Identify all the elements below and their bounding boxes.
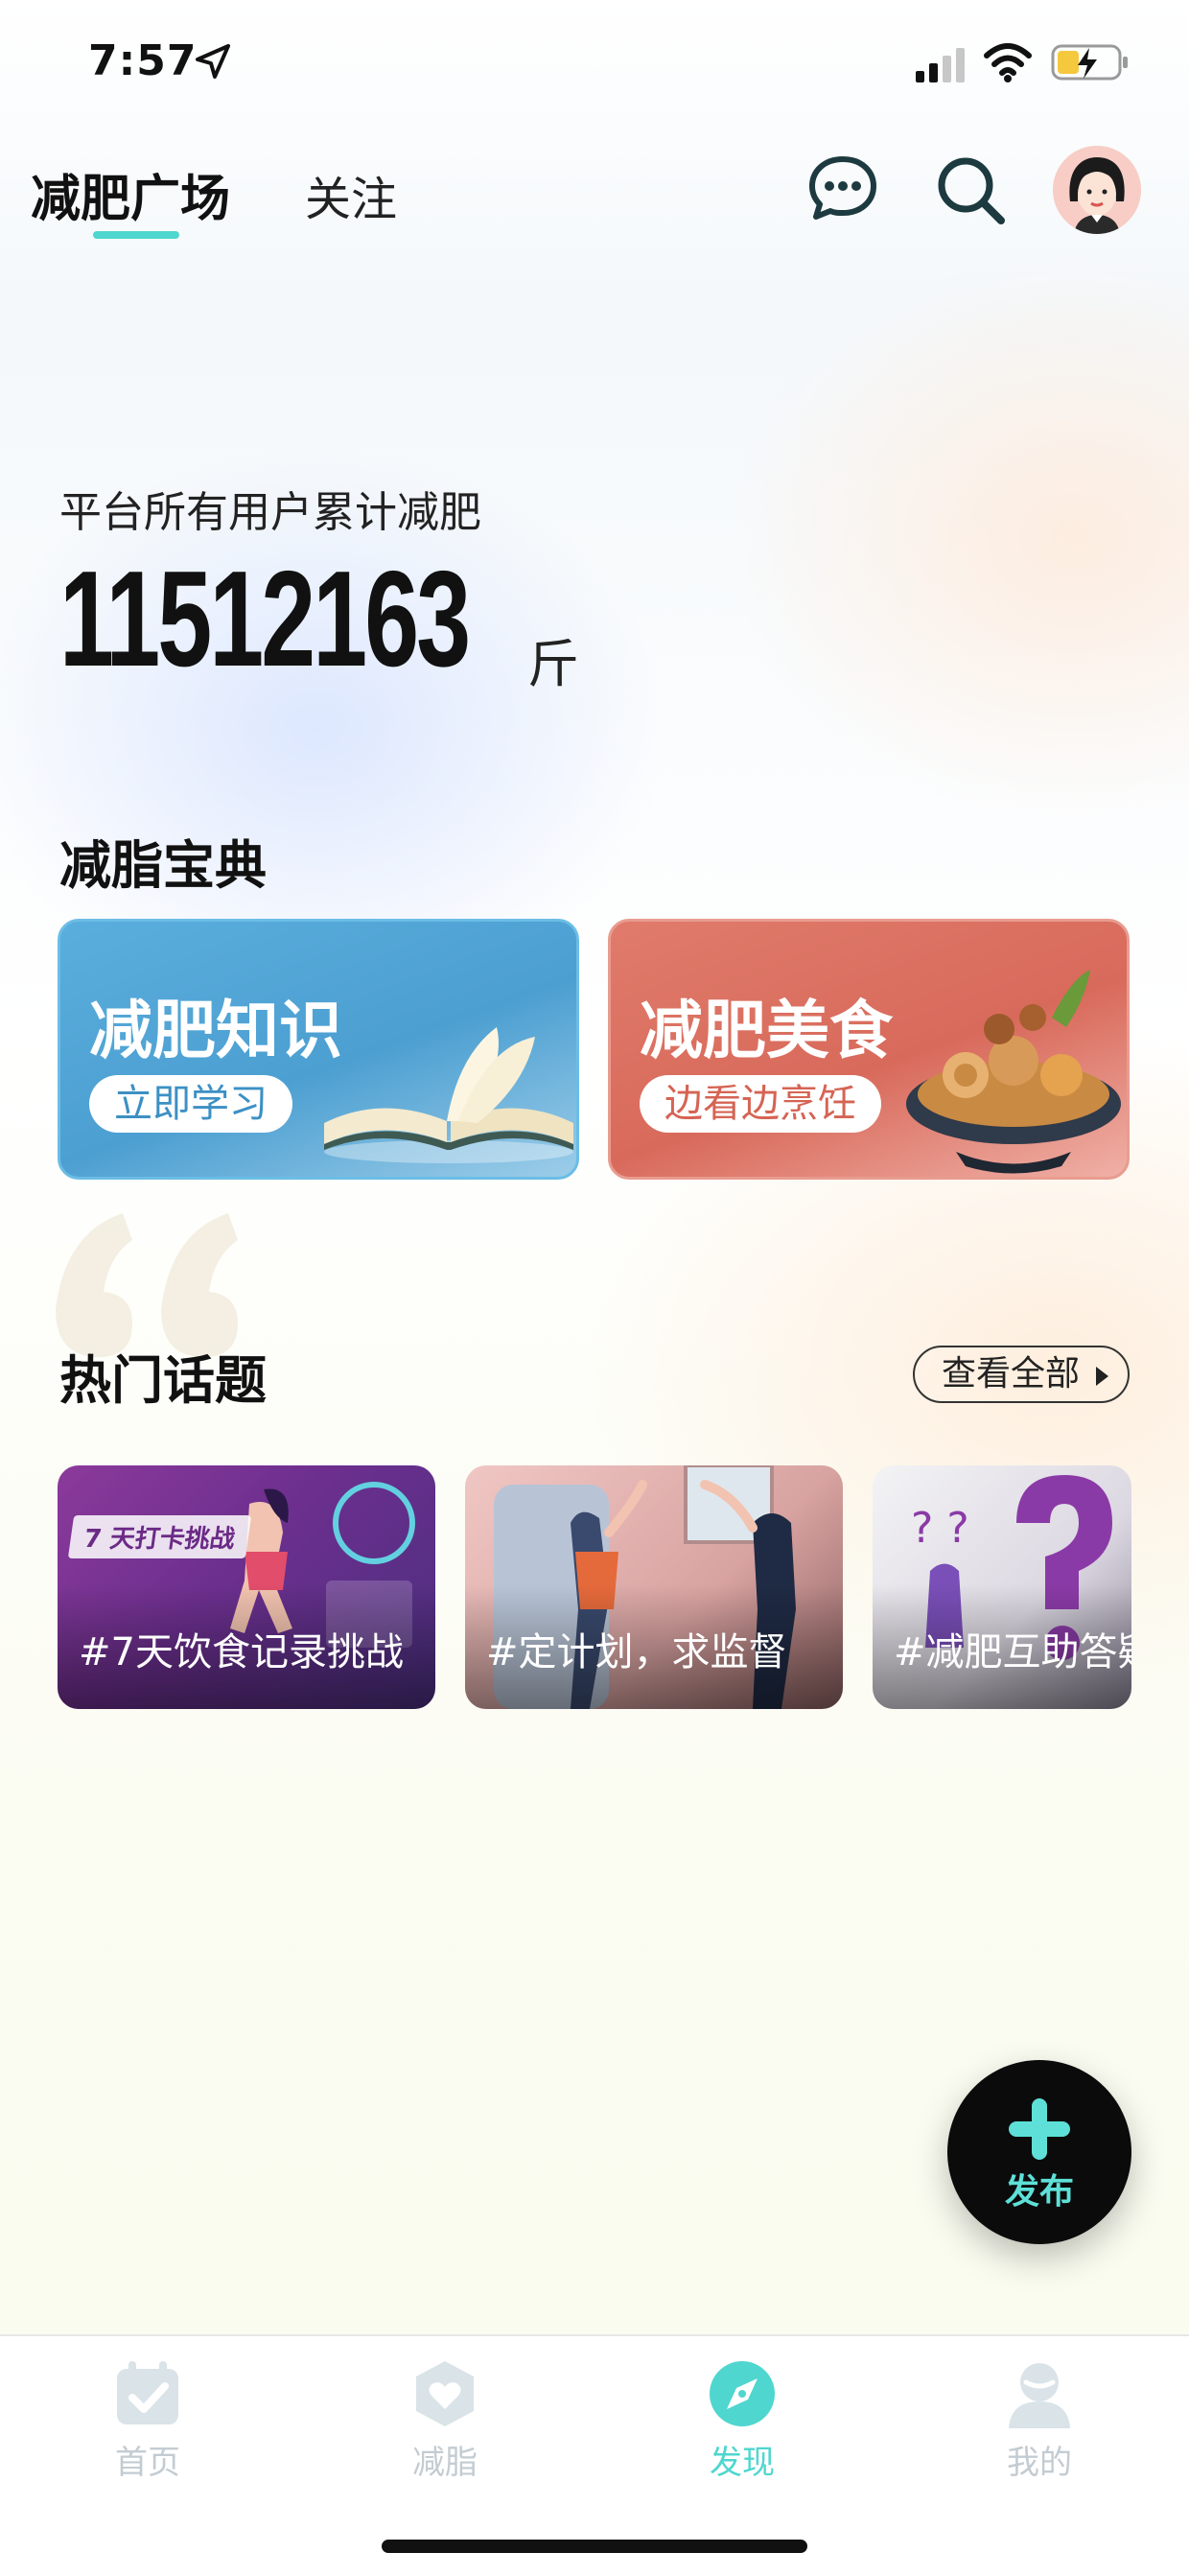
cumulative-weight-loss-label: 平台所有用户累计减肥 — [59, 488, 481, 537]
nav-label: 首页 — [115, 2444, 180, 2482]
home-indicator — [382, 2540, 807, 2553]
nav-label: 发现 — [710, 2444, 775, 2482]
status-time: 7:57 — [88, 36, 198, 85]
compass-icon — [710, 2361, 775, 2426]
topic-card[interactable]: 7 天打卡挑战 #7天饮食记录挑战 — [58, 1465, 435, 1709]
nav-label: 我的 — [1007, 2444, 1072, 2482]
svg-text:? ?: ? ? — [911, 1504, 969, 1553]
chevron-right-icon — [1096, 1367, 1108, 1386]
plus-icon — [1009, 2098, 1070, 2160]
home-checklist-icon — [117, 2361, 178, 2424]
weight-unit: 斤 — [527, 634, 579, 694]
message-icon[interactable] — [806, 153, 879, 222]
publish-label: 发布 — [1004, 2172, 1074, 2212]
card-weight-loss-food[interactable]: 减肥美食 边看边烹饪 — [608, 919, 1130, 1180]
profile-icon — [1009, 2363, 1070, 2428]
nav-item-fat-loss[interactable]: 减脂 — [349, 2357, 541, 2483]
topic-label: #定计划，求监督 — [486, 1630, 787, 1674]
cellular-signal-icon — [916, 48, 965, 82]
wifi-icon — [984, 43, 1032, 82]
topic-label: #7天饮食记录挑战 — [79, 1630, 404, 1674]
avatar[interactable] — [1053, 146, 1141, 234]
view-all-button[interactable]: 查看全部 — [913, 1346, 1130, 1403]
heart-shield-icon — [416, 2361, 474, 2426]
section-title-hot-topics: 热门话题 — [59, 1350, 267, 1411]
battery-charging-icon — [1051, 44, 1128, 81]
challenge-badge: 7 天打卡挑战 — [67, 1515, 252, 1558]
nav-item-home[interactable]: 首页 — [52, 2357, 244, 2483]
active-tab-indicator — [93, 231, 179, 239]
nav-label: 减脂 — [412, 2444, 478, 2482]
nav-item-profile[interactable]: 我的 — [944, 2357, 1135, 2483]
card-title: 减肥知识 — [89, 994, 342, 1067]
card-weight-loss-knowledge[interactable]: 减肥知识 立即学习 — [58, 919, 579, 1180]
topic-card[interactable]: ? ? #减肥互助答疑 — [873, 1465, 1131, 1709]
hotpot-icon — [906, 970, 1121, 1174]
search-icon[interactable] — [934, 153, 1007, 226]
section-title-guide: 减脂宝典 — [59, 835, 267, 896]
location-arrow-icon — [196, 44, 230, 79]
cumulative-weight-loss-value: 11512163 — [59, 543, 471, 695]
tab-weight-loss-plaza[interactable]: 减肥广场 — [31, 158, 230, 230]
view-all-label: 查看全部 — [942, 1354, 1081, 1393]
card-title: 减肥美食 — [640, 994, 893, 1067]
topic-card[interactable]: #定计划，求监督 — [465, 1465, 843, 1709]
tab-follow[interactable]: 关注 — [305, 161, 397, 228]
avatar-face-icon — [1053, 146, 1141, 234]
nav-item-discover[interactable]: 发现 — [646, 2357, 838, 2483]
book-icon — [324, 1027, 573, 1163]
learn-now-button[interactable]: 立即学习 — [89, 1075, 292, 1133]
cook-while-watching-button[interactable]: 边看边烹饪 — [640, 1075, 881, 1133]
publish-button[interactable]: 发布 — [947, 2060, 1131, 2244]
topic-label: #减肥互助答疑 — [894, 1630, 1131, 1674]
